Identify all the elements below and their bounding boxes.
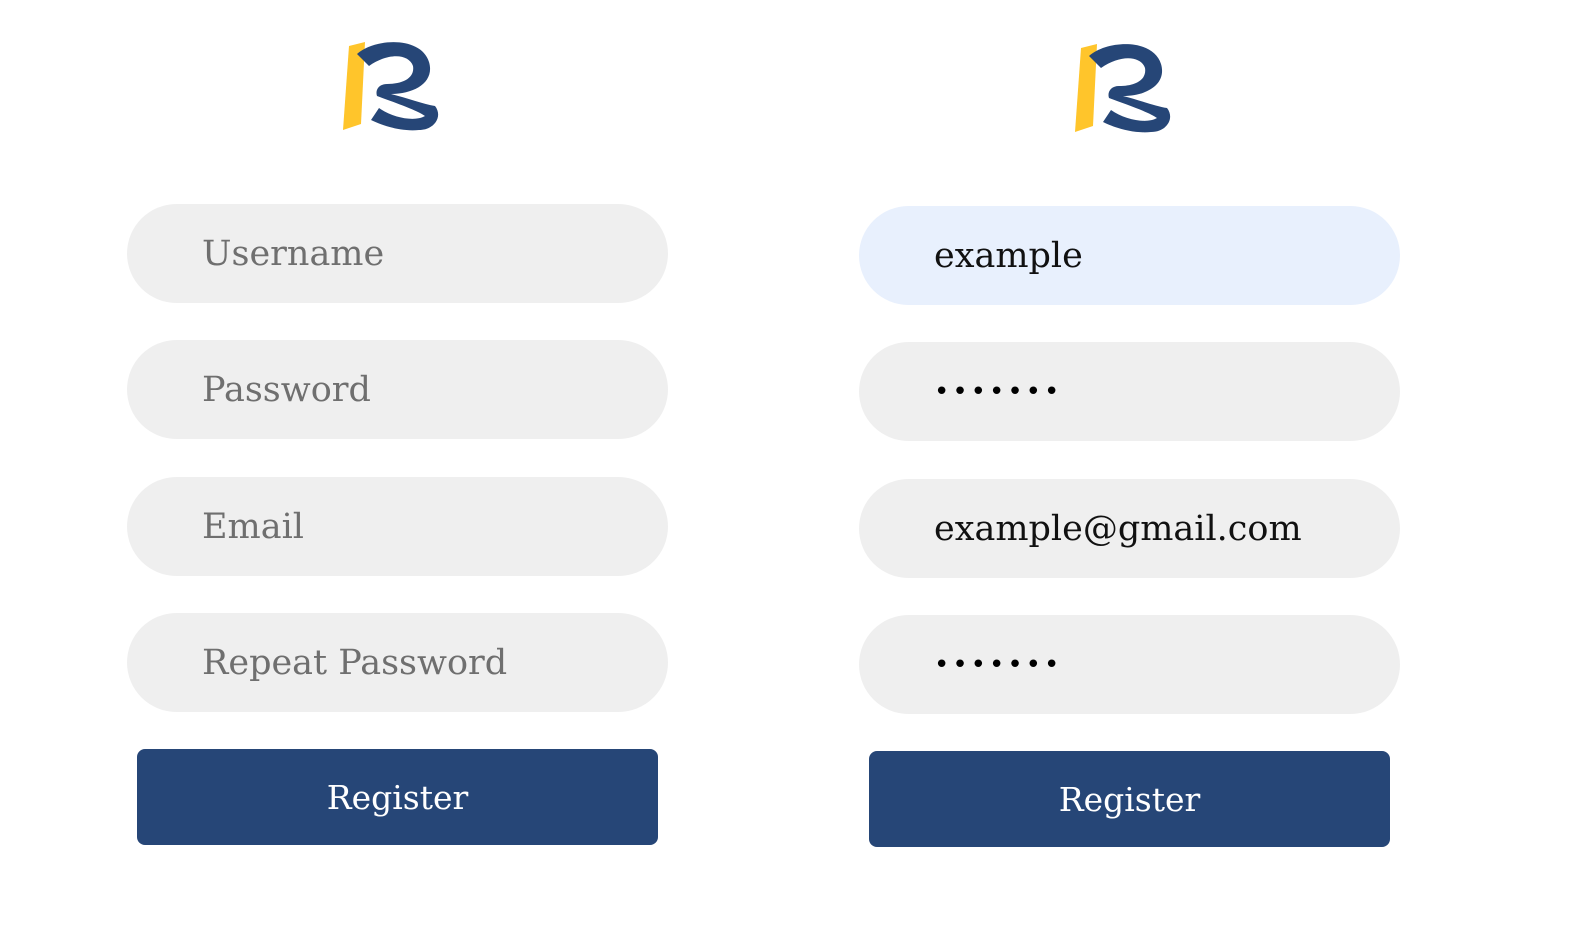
- brand-logo-icon: [343, 42, 439, 131]
- password-field[interactable]: Password: [127, 340, 668, 439]
- email-field[interactable]: Email: [127, 477, 668, 576]
- email-field[interactable]: example@gmail.com: [859, 479, 1400, 578]
- username-field[interactable]: Username: [127, 204, 668, 303]
- brand-logo-icon: [1075, 44, 1171, 133]
- repeat-password-field[interactable]: •••••••: [859, 615, 1400, 714]
- repeat-password-field[interactable]: Repeat Password: [127, 613, 668, 712]
- password-field[interactable]: •••••••: [859, 342, 1400, 441]
- register-form-empty: Username Password Email Repeat Password …: [120, 0, 680, 934]
- register-button[interactable]: Register: [137, 749, 658, 845]
- register-form-filled: example ••••••• example@gmail.com ••••••…: [852, 0, 1412, 934]
- username-field[interactable]: example: [859, 206, 1400, 305]
- repeat-password-masked-value: •••••••: [934, 649, 1063, 680]
- password-masked-value: •••••••: [934, 376, 1063, 407]
- register-button[interactable]: Register: [869, 751, 1390, 847]
